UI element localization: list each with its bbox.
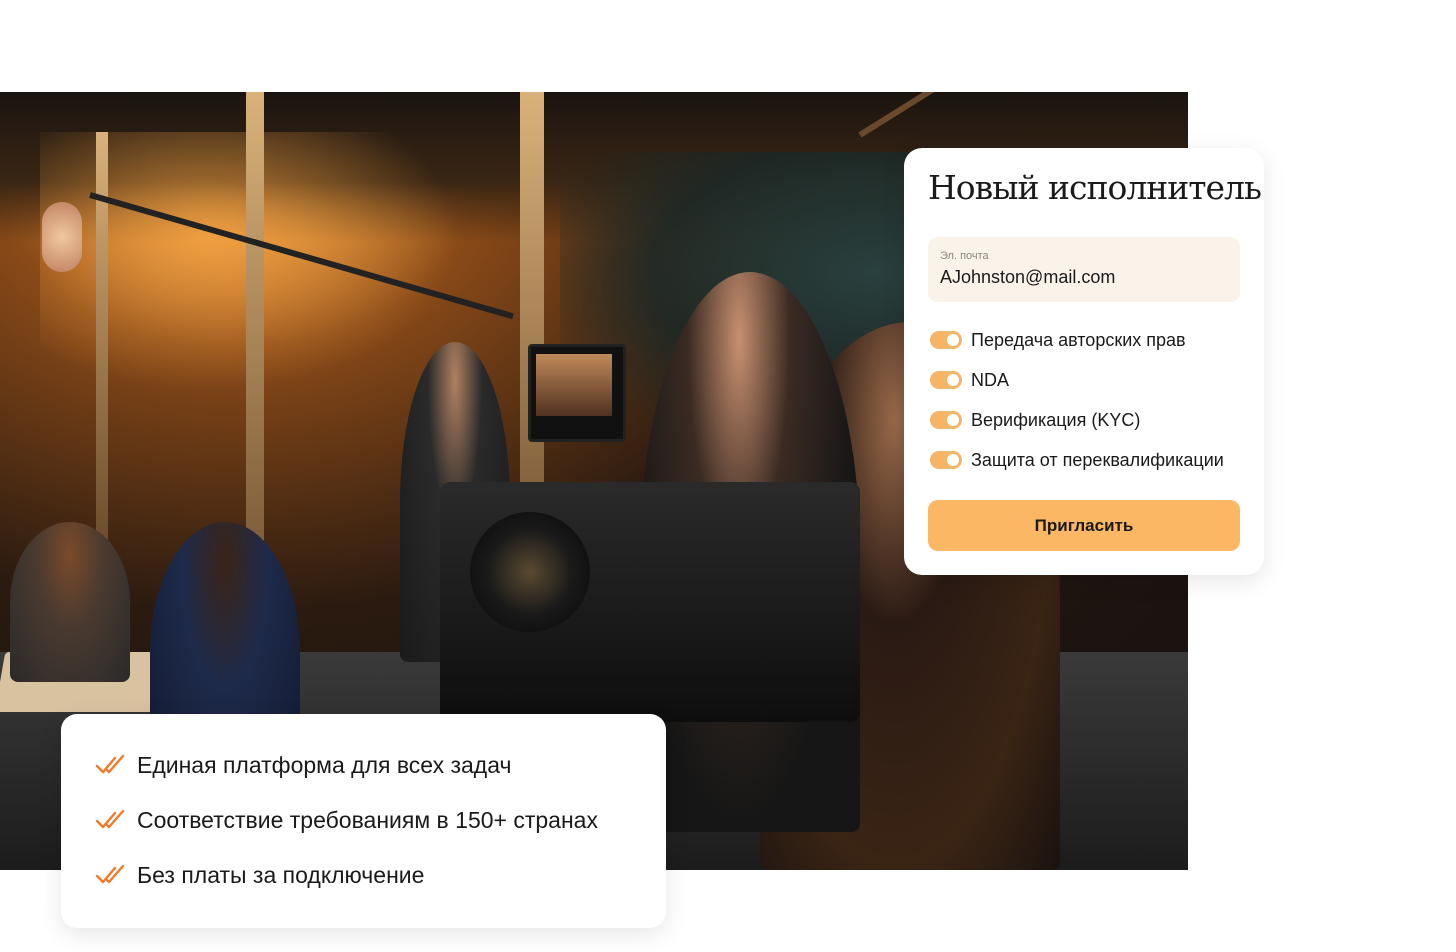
toggle-row-nda: NDA (930, 368, 1009, 392)
invite-card: Новый исполнитель Эл. почта AJohnston@ma… (904, 148, 1264, 575)
toggle-reclassification[interactable] (930, 451, 962, 469)
double-check-icon (95, 809, 125, 829)
toggle-kyc[interactable] (930, 411, 962, 429)
feature-text: Единая платформа для всех задач (137, 751, 512, 778)
toggle-row-copyright: Передача авторских прав (930, 328, 1186, 352)
toggle-label: Верификация (KYC) (971, 409, 1141, 430)
email-input[interactable]: AJohnston@mail.com (940, 267, 1228, 288)
email-field[interactable]: Эл. почта AJohnston@mail.com (928, 237, 1240, 302)
photo-boom-mic (42, 202, 82, 272)
feature-item: Без платы за подключение (95, 859, 424, 891)
toggle-knob (947, 414, 959, 426)
photo-person (10, 522, 130, 682)
toggle-label: Защита от переквалификации (971, 449, 1224, 470)
invite-title: Новый исполнитель (928, 168, 1262, 207)
photo-monitor-screen (536, 354, 612, 416)
toggle-knob (947, 454, 959, 466)
double-check-icon (95, 754, 125, 774)
invite-button[interactable]: Пригласить (928, 500, 1240, 551)
features-card: Единая платформа для всех задач Соответс… (61, 714, 666, 928)
email-label: Эл. почта (940, 250, 989, 262)
toggle-row-reclassification: Защита от переквалификации (930, 448, 1224, 472)
feature-text: Соответствие требованиям в 150+ странах (137, 806, 598, 833)
toggle-label: Передача авторских прав (971, 329, 1186, 350)
feature-item: Единая платформа для всех задач (95, 749, 512, 781)
feature-item: Соответствие требованиям в 150+ странах (95, 804, 598, 836)
toggle-nda[interactable] (930, 371, 962, 389)
photo-camera-lens (470, 512, 590, 632)
toggle-knob (947, 374, 959, 386)
toggle-knob (947, 334, 959, 346)
feature-text: Без платы за подключение (137, 861, 425, 888)
toggle-copyright[interactable] (930, 331, 962, 349)
toggle-label: NDA (971, 369, 1010, 390)
page: Новый исполнитель Эл. почта AJohnston@ma… (0, 0, 1456, 952)
double-check-icon (95, 864, 125, 884)
toggle-row-kyc: Верификация (KYC) (930, 408, 1140, 432)
